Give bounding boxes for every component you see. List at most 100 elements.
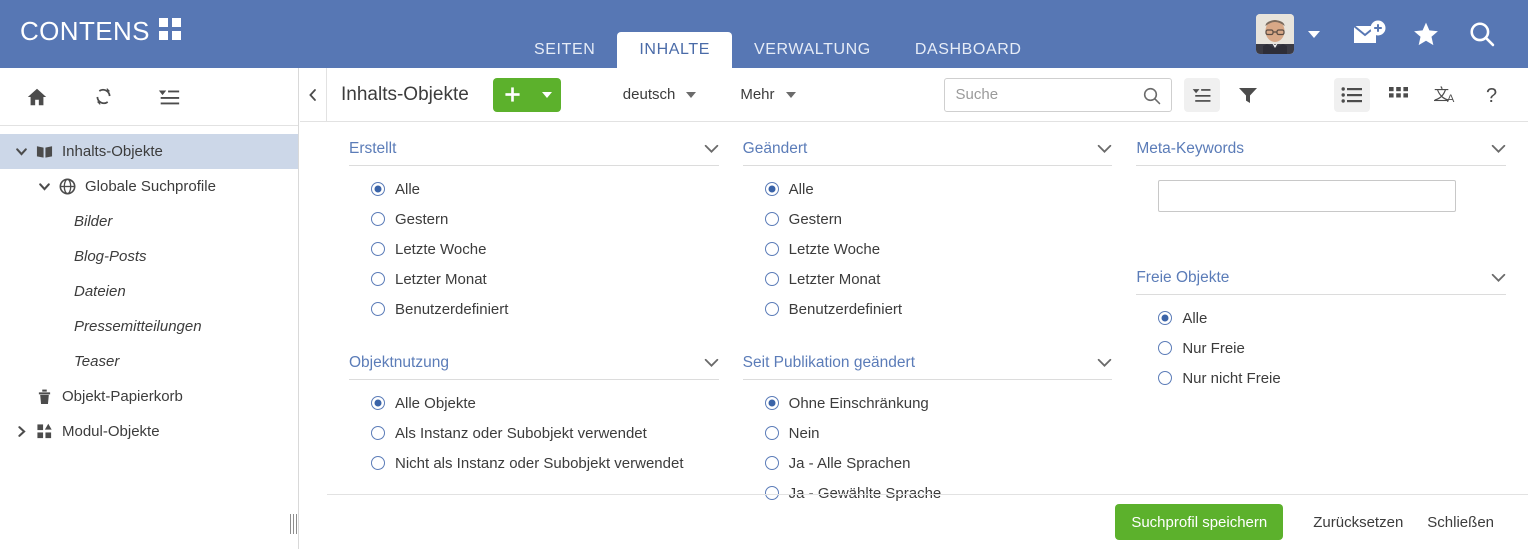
filter-button[interactable] (1230, 78, 1266, 112)
tree-item-globale-suchprofile[interactable]: Globale Suchprofile (0, 169, 298, 204)
tree-item-dateien[interactable]: Dateien (0, 274, 298, 309)
search-input[interactable] (956, 86, 1137, 103)
chevron-down-icon[interactable] (33, 180, 55, 193)
chevron-down-icon (542, 92, 552, 98)
radio-indicator (1158, 371, 1172, 385)
chevron-down-icon[interactable] (704, 144, 719, 154)
radio-option[interactable]: Ohne Einschränkung (743, 388, 1113, 418)
filter-section-title: Objektnutzung (349, 354, 449, 372)
content-tree: Inhalts-Objekte Globale Suchprofile (0, 126, 298, 449)
tree-item-label: Inhalts-Objekte (62, 143, 163, 160)
funnel-icon (1238, 86, 1258, 104)
help-button[interactable]: ? (1474, 78, 1510, 112)
radio-indicator (1158, 311, 1172, 325)
radio-label: Letzter Monat (789, 271, 881, 288)
view-list-button[interactable] (1334, 78, 1370, 112)
chevron-down-icon[interactable] (1097, 358, 1112, 368)
tree-item-label: Teaser (74, 353, 119, 370)
radio-option[interactable]: Letzte Woche (743, 234, 1113, 264)
search-icon[interactable] (1142, 86, 1162, 106)
radio-label: Ohne Einschränkung (789, 395, 929, 412)
filter-section-title: Freie Objekte (1136, 269, 1229, 287)
tab-seiten[interactable]: SEITEN (512, 32, 617, 68)
tree-item-objekt-papierkorb[interactable]: Objekt-Papierkorb (0, 379, 298, 414)
radio-option[interactable]: Nicht als Instanz oder Subobjekt verwend… (349, 448, 719, 478)
chevron-down-icon[interactable] (1308, 31, 1320, 38)
reset-button[interactable]: Zurücksetzen (1301, 514, 1415, 531)
add-object-button[interactable] (493, 78, 561, 112)
chevron-down-icon[interactable] (1097, 144, 1112, 154)
filter-section-header[interactable]: Erstellt (349, 140, 719, 166)
filter-section-erstellt: Erstellt Alle Gestern (349, 140, 719, 324)
saved-searches-button[interactable] (1184, 78, 1220, 112)
radio-indicator (765, 396, 779, 410)
radio-option[interactable]: Letzter Monat (349, 264, 719, 294)
avatar[interactable] (1256, 14, 1294, 54)
radio-label: Benutzerdefiniert (789, 301, 902, 318)
radio-option[interactable]: Nur nicht Freie (1136, 363, 1506, 393)
radio-option[interactable]: Alle (1136, 303, 1506, 333)
close-button[interactable]: Schließen (1415, 514, 1506, 531)
grid-2x2-icon (159, 18, 181, 40)
tab-label: SEITEN (534, 41, 595, 59)
radio-option[interactable]: Letzter Monat (743, 264, 1113, 294)
help-icon: ? (1483, 84, 1501, 106)
search-filter-panel: Erstellt Alle Gestern (327, 122, 1528, 494)
tree-item-modul-objekte[interactable]: Modul-Objekte (0, 414, 298, 449)
chevron-right-icon[interactable] (10, 425, 32, 438)
filter-section-header[interactable]: Geändert (743, 140, 1113, 166)
radio-option[interactable]: Nein (743, 418, 1113, 448)
star-icon[interactable] (1398, 14, 1454, 54)
more-menu[interactable]: Mehr (740, 86, 795, 103)
tab-dashboard[interactable]: DASHBOARD (893, 32, 1044, 68)
filter-section-header[interactable]: Seit Publikation geändert (743, 354, 1113, 380)
radio-option[interactable]: Alle Objekte (349, 388, 719, 418)
radio-option[interactable]: Nur Freie (1136, 333, 1506, 363)
radio-option[interactable]: Als Instanz oder Subobjekt verwendet (349, 418, 719, 448)
tree-item-label: Globale Suchprofile (85, 178, 216, 195)
radio-option[interactable]: Letzte Woche (349, 234, 719, 264)
meta-keywords-input[interactable] (1158, 180, 1456, 212)
tab-inhalte[interactable]: INHALTE (617, 32, 732, 68)
language-select[interactable]: deutsch (623, 86, 697, 103)
radio-option[interactable]: Alle (743, 174, 1113, 204)
chevron-down-icon[interactable] (704, 358, 719, 368)
home-icon[interactable] (18, 78, 56, 116)
filter-section-header[interactable]: Objektnutzung (349, 354, 719, 380)
radio-option[interactable]: Benutzerdefiniert (349, 294, 719, 324)
tree-item-bilder[interactable]: Bilder (0, 204, 298, 239)
radio-label: Alle (395, 181, 420, 198)
refresh-icon[interactable] (84, 78, 122, 116)
list-view-icon (1341, 86, 1363, 104)
view-grid-button[interactable] (1380, 78, 1416, 112)
search-icon[interactable] (1454, 14, 1510, 54)
radio-option[interactable]: Benutzerdefiniert (743, 294, 1113, 324)
tree-item-inhalts-objekte[interactable]: Inhalts-Objekte (0, 134, 298, 169)
tree-item-teaser[interactable]: Teaser (0, 344, 298, 379)
radio-option[interactable]: Gestern (349, 204, 719, 234)
list-options-icon[interactable] (150, 78, 188, 116)
mail-add-icon[interactable] (1342, 14, 1398, 54)
tab-verwaltung[interactable]: VERWALTUNG (732, 32, 893, 68)
filter-section-header[interactable]: Meta-Keywords (1136, 140, 1506, 166)
brand-logo[interactable]: CONTENS (20, 16, 181, 46)
radio-option[interactable]: Alle (349, 174, 719, 204)
chevron-down-icon[interactable] (1491, 144, 1506, 154)
panel-collapse-button[interactable] (300, 68, 327, 122)
radio-label: Nein (789, 425, 820, 442)
radio-option[interactable]: Ja - Alle Sprachen (743, 448, 1113, 478)
radio-option[interactable]: Gestern (743, 204, 1113, 234)
radio-label: Letzte Woche (789, 241, 880, 258)
plus-icon (493, 86, 533, 103)
tree-item-pressemitteilungen[interactable]: Pressemitteilungen (0, 309, 298, 344)
application-window: CONTENS SEITEN INHALTE VERWALTUNG DASHBO… (0, 0, 1528, 549)
radio-indicator (371, 182, 385, 196)
sidebar-resize-handle[interactable] (288, 513, 298, 535)
chevron-down-icon[interactable] (10, 145, 32, 158)
translate-button[interactable]: 文 A (1428, 78, 1464, 112)
filter-section-header[interactable]: Freie Objekte (1136, 269, 1506, 295)
save-search-profile-button[interactable]: Suchprofil speichern (1115, 504, 1283, 540)
tree-item-blog-posts[interactable]: Blog-Posts (0, 239, 298, 274)
add-object-dropdown-caret[interactable] (533, 92, 561, 98)
chevron-down-icon[interactable] (1491, 273, 1506, 283)
